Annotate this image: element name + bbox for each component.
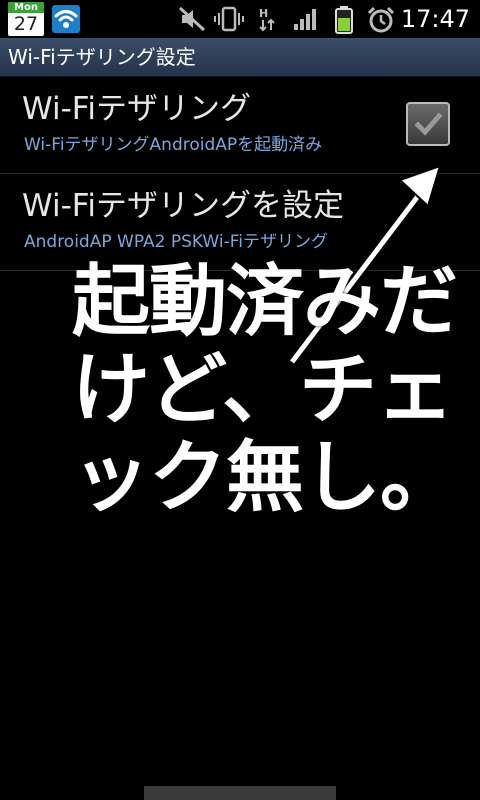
wifi-tethering-toggle-item[interactable]: Wi-Fiテザリング Wi-FiテザリングAndroidAPを起動済み [0,77,480,174]
annotation-text: 起動済みだけど、チェック無し。 [72,257,458,523]
configure-wifi-tethering-title: Wi-Fiテザリングを設定 [22,188,344,224]
mute-icon [178,6,206,32]
vibrate-icon [214,6,244,32]
calendar-icon: Mon 27 [8,2,44,36]
title-bar: Wi-Fiテザリング設定 [0,38,480,77]
svg-text:H: H [259,7,268,20]
wifi-tethering-summary: Wi-FiテザリングAndroidAPを起動済み [24,135,323,155]
hspa-data-icon: H [259,7,275,32]
battery-icon [335,6,353,34]
calendar-weekday: Mon [8,2,44,13]
wifi-tethering-checkbox[interactable] [406,102,450,146]
configure-wifi-tethering-summary: AndroidAP WPA2 PSKWi-Fiテザリング [24,232,328,252]
signal-icon [294,9,316,30]
status-bar: Mon 27 H 17:47 [0,0,480,38]
page-title: Wi-Fiテザリング設定 [8,45,196,69]
wifi-tether-icon [52,5,80,33]
alarm-icon [367,6,395,33]
calendar-day: 27 [13,13,39,35]
wifi-tethering-title: Wi-Fiテザリング [22,91,251,127]
bottom-handle [144,786,336,800]
status-clock: 17:47 [400,5,470,33]
checkmark-icon [414,112,443,136]
